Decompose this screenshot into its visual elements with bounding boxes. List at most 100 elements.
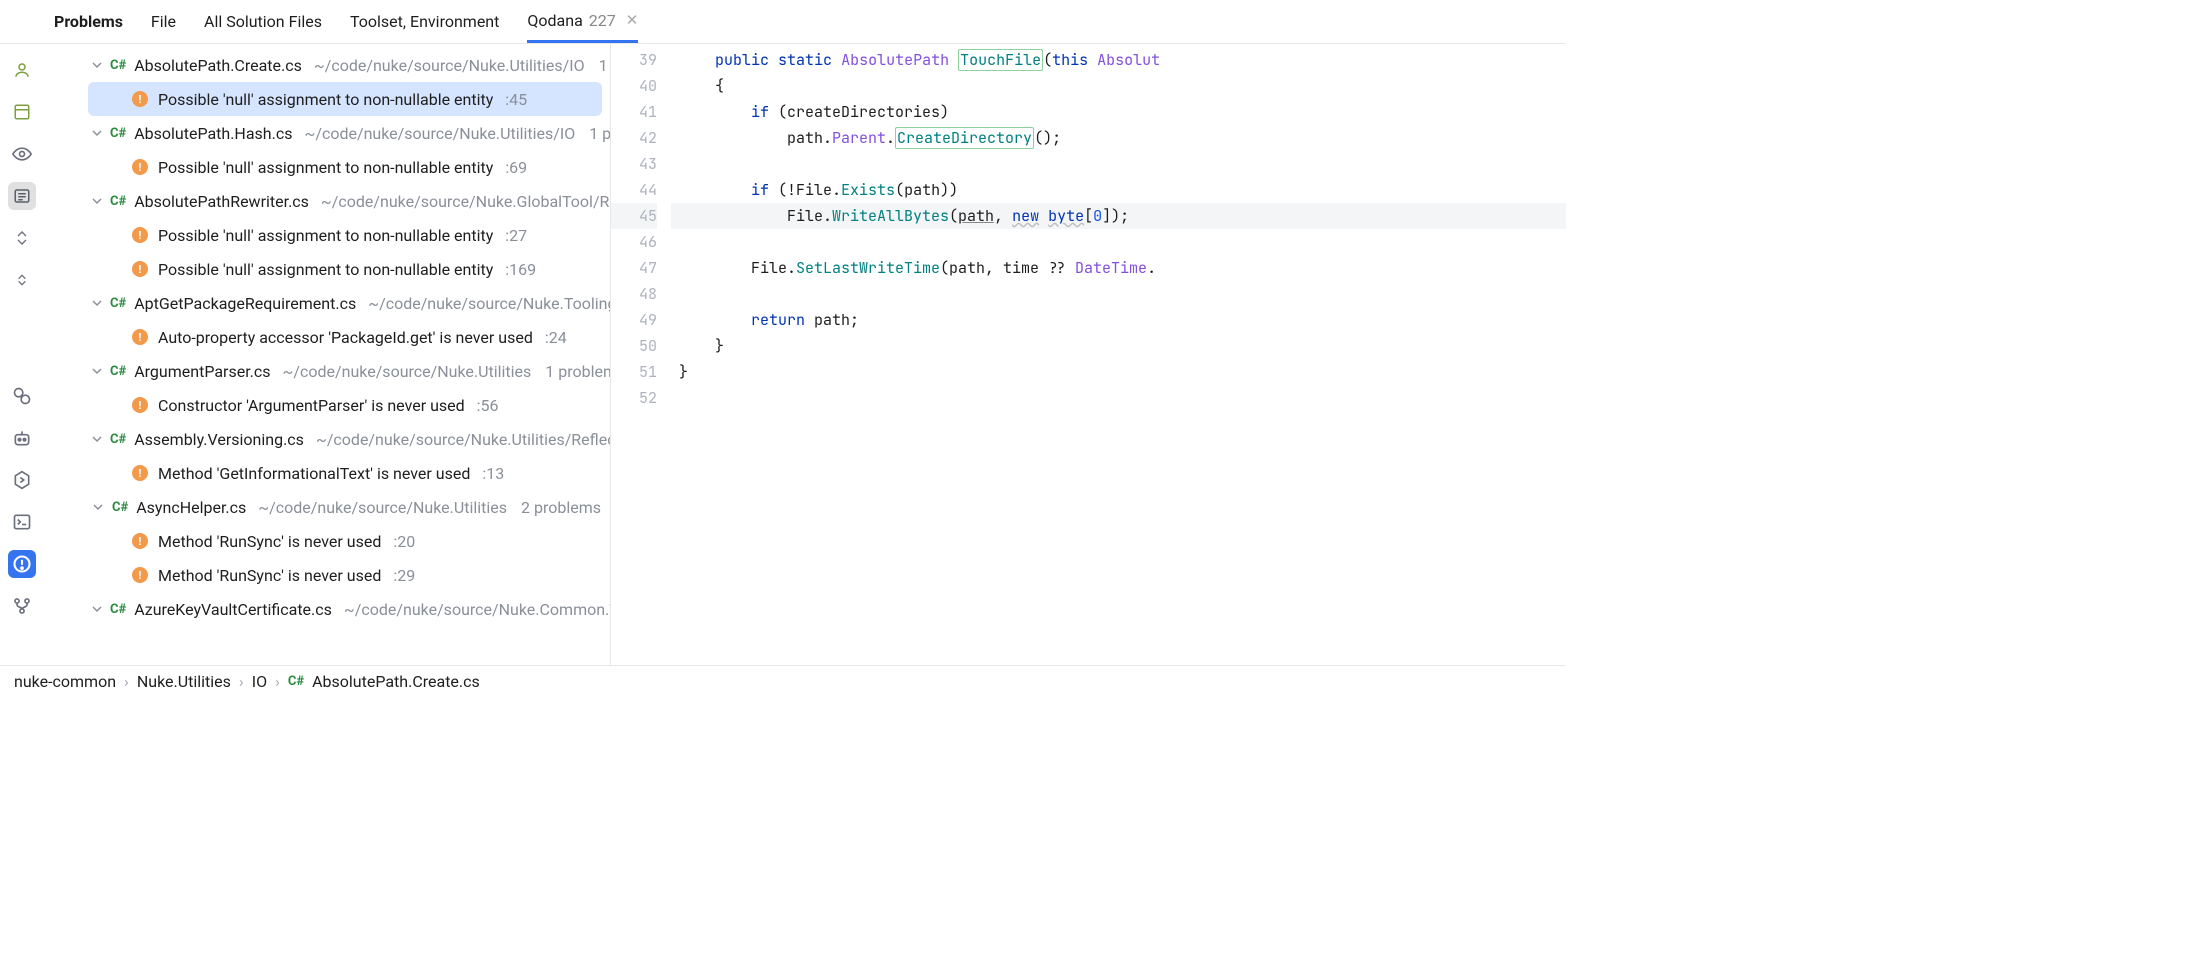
chevron-down-icon[interactable] xyxy=(92,127,102,139)
line-number: 49 xyxy=(611,307,657,333)
chevron-down-icon[interactable] xyxy=(92,603,102,615)
file-row[interactable]: C#AzureKeyVaultCertificate.cs~/code/nuke… xyxy=(44,592,610,626)
lang-badge: C# xyxy=(110,126,126,141)
issue-row[interactable]: !Possible 'null' assignment to non-nulla… xyxy=(44,218,610,252)
warning-icon: ! xyxy=(132,567,148,583)
issue-message: Possible 'null' assignment to non-nullab… xyxy=(158,90,493,109)
line-number: 45 xyxy=(611,203,657,229)
chevron-right-icon: › xyxy=(275,672,280,691)
issue-row[interactable]: !Method 'RunSync' is never used:29 xyxy=(44,558,610,592)
chevron-right-icon: › xyxy=(239,672,244,691)
person-icon[interactable] xyxy=(8,56,36,84)
tab-file[interactable]: File xyxy=(151,0,176,43)
code-line[interactable]: public static AbsolutePath TouchFile(thi… xyxy=(671,47,1566,73)
lang-badge: C# xyxy=(110,296,126,311)
chevron-right-icon: › xyxy=(124,672,129,691)
code-line[interactable]: } xyxy=(671,333,1566,359)
code-line[interactable] xyxy=(671,229,1566,255)
layout-icon[interactable] xyxy=(8,98,36,126)
chevron-down-icon[interactable] xyxy=(92,365,102,377)
breadcrumb-item[interactable]: nuke-common xyxy=(14,672,116,691)
file-row[interactable]: C# AptGetPackageRequirement.cs ~/code/nuke… xyxy=(44,286,610,320)
issue-row[interactable]: ! Method 'GetInformationalText' is never … xyxy=(44,456,610,490)
file-row[interactable]: C#AbsolutePathRewriter.cs~/code/nuke/sou… xyxy=(44,184,610,218)
eye-icon[interactable] xyxy=(8,140,36,168)
file-row[interactable]: C#AbsolutePath.Hash.cs~/code/nuke/source… xyxy=(44,116,610,150)
issue-row[interactable]: !Method 'RunSync' is never used:20 xyxy=(44,524,610,558)
issue-row[interactable]: !Possible 'null' assignment to non-nulla… xyxy=(88,82,602,116)
code-line[interactable]: } xyxy=(671,359,1566,385)
issue-message: Possible 'null' assignment to non-nullab… xyxy=(158,158,493,177)
file-path: ~/code/nuke/source/Nuke.Utilities xyxy=(258,498,507,517)
refresh-icon[interactable] xyxy=(8,382,36,410)
issue-row[interactable]: !Constructor 'ArgumentParser' is never u… xyxy=(44,388,610,422)
lang-badge: C# xyxy=(110,602,126,617)
code-line[interactable]: File.SetLastWriteTime(path, time ?? Date… xyxy=(671,255,1566,281)
tab-all-solution-files[interactable]: All Solution Files xyxy=(204,0,322,43)
file-name: AptGetPackageRequirement.cs xyxy=(134,294,356,313)
chevron-down-icon[interactable] xyxy=(92,501,104,513)
breadcrumbs[interactable]: nuke-common›Nuke.Utilities›IO›C# Absolut… xyxy=(0,665,1566,697)
tab-toolset-environment[interactable]: Toolset, Environment xyxy=(350,0,499,43)
tabs-bar: Problems File All Solution Files Toolset, E… xyxy=(0,0,1566,44)
code-line[interactable]: path.Parent.CreateDirectory(); xyxy=(671,125,1566,151)
file-name: AbsolutePath.Hash.cs xyxy=(134,124,292,143)
close-icon[interactable]: ✕ xyxy=(626,11,639,29)
problem-count: 2 problems xyxy=(521,498,601,517)
issue-message: Auto-property accessor 'PackageId.get' i… xyxy=(158,328,533,347)
issue-row[interactable]: !Possible 'null' assignment to non-nulla… xyxy=(44,150,610,184)
file-path: ~/code/nuke/source/Nuke.Tooling/Requirem xyxy=(368,294,610,313)
file-name: AsyncHelper.cs xyxy=(136,498,246,517)
tab-problems[interactable]: Problems xyxy=(54,0,123,43)
chevron-down-icon[interactable] xyxy=(92,59,102,71)
collapse-icon[interactable] xyxy=(8,266,36,294)
code-editor: 3940414243444546474849505152 public stat… xyxy=(610,44,1566,665)
chevron-down-icon[interactable] xyxy=(92,195,102,207)
code-line[interactable]: if (createDirectories) xyxy=(671,99,1566,125)
breadcrumb-item[interactable]: Nuke.Utilities xyxy=(137,672,231,691)
file-row[interactable]: C#Assembly.Versioning.cs~/code/nuke/sour… xyxy=(44,422,610,456)
warning-icon: ! xyxy=(132,329,148,345)
terminal-icon[interactable] xyxy=(8,508,36,536)
lang-badge: C# xyxy=(112,500,128,515)
branch-icon[interactable] xyxy=(8,592,36,620)
list-icon[interactable] xyxy=(8,182,36,210)
issue-message: Method 'GetInformationalText' is never u… xyxy=(158,464,470,483)
issue-location: :24 xyxy=(545,328,567,347)
code-area[interactable]: public static AbsolutePath TouchFile(thi… xyxy=(671,44,1566,665)
code-line[interactable] xyxy=(671,151,1566,177)
file-row[interactable]: C# AsyncHelper.cs ~/code/nuke/source/Nuke.… xyxy=(44,490,610,524)
code-line[interactable] xyxy=(671,385,1566,411)
code-line[interactable]: if (!File.Exists(path)) xyxy=(671,177,1566,203)
chevron-down-icon[interactable] xyxy=(92,433,102,445)
issue-message: Method 'RunSync' is never used xyxy=(158,532,381,551)
line-gutter: 3940414243444546474849505152 xyxy=(611,44,671,665)
tab-qodana[interactable]: Qodana227✕ xyxy=(527,0,638,43)
line-number: 47 xyxy=(611,255,657,281)
breadcrumb-item[interactable]: IO xyxy=(252,672,267,691)
file-row[interactable]: C#ArgumentParser.cs~/code/nuke/source/Nu… xyxy=(44,354,610,388)
bot-icon[interactable] xyxy=(8,424,36,452)
issue-message: Possible 'null' assignment to non-nullab… xyxy=(158,226,493,245)
issue-location: :56 xyxy=(477,396,499,415)
issue-row[interactable]: ! Auto-property accessor 'PackageId.get' … xyxy=(44,320,610,354)
warning-icon: ! xyxy=(132,261,148,277)
code-line[interactable]: return path; xyxy=(671,307,1566,333)
file-name: AbsolutePath.Create.cs xyxy=(134,56,302,75)
code-line[interactable]: { xyxy=(671,73,1566,99)
warning-icon: ! xyxy=(132,465,148,481)
alert-icon[interactable] xyxy=(8,550,36,578)
line-number: 51 xyxy=(611,359,657,385)
problem-count: 1 problem xyxy=(545,362,610,381)
file-name: ArgumentParser.cs xyxy=(134,362,270,381)
line-number: 44 xyxy=(611,177,657,203)
hexagon-icon[interactable] xyxy=(8,466,36,494)
code-line[interactable]: File.WriteAllBytes(path, new byte[0]); xyxy=(671,203,1566,229)
code-line[interactable] xyxy=(671,281,1566,307)
sort-icon[interactable] xyxy=(8,224,36,252)
file-row[interactable]: C#AbsolutePath.Create.cs~/code/nuke/sour… xyxy=(44,48,610,82)
line-number: 40 xyxy=(611,73,657,99)
issue-row[interactable]: !Possible 'null' assignment to non-nulla… xyxy=(44,252,610,286)
chevron-down-icon[interactable] xyxy=(92,297,102,309)
breadcrumb-item[interactable]: AbsolutePath.Create.cs xyxy=(312,672,480,691)
